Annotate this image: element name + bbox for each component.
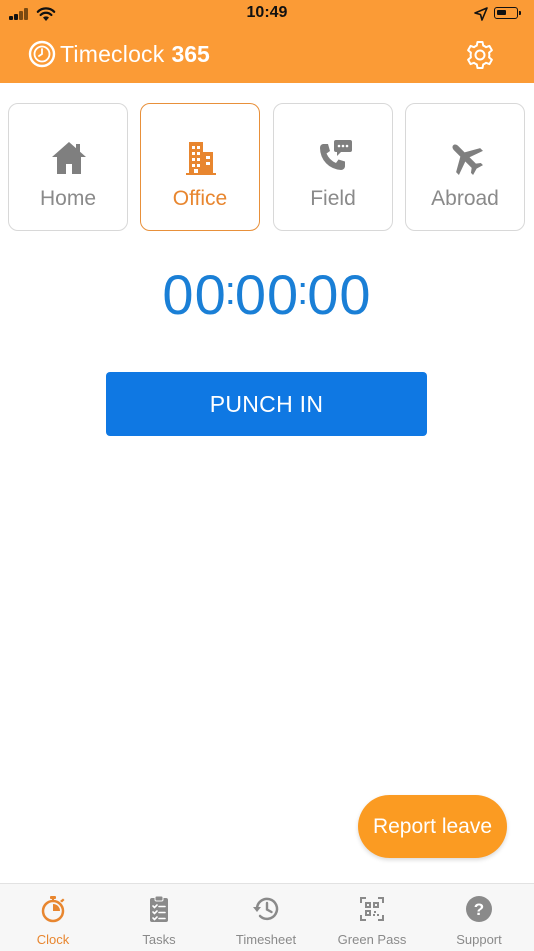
tab-tasks[interactable]: Tasks (106, 884, 212, 951)
punch-in-button[interactable]: PUNCH IN (106, 372, 427, 436)
status-bar: 10:49 (0, 0, 534, 28)
building-icon (186, 142, 216, 175)
help-icon: ? (466, 896, 492, 922)
tab-timesheet-label: Timesheet (235, 932, 297, 947)
timer-seconds: 00 (307, 263, 372, 326)
mode-field[interactable]: Field (273, 103, 393, 231)
qr-code-icon (360, 897, 384, 921)
clock-logo-icon (28, 40, 56, 68)
history-icon (253, 897, 279, 921)
airplane-icon (452, 144, 483, 175)
house-icon (52, 142, 86, 174)
mode-field-label: Field (310, 187, 356, 210)
timer-minutes: 00 (234, 263, 300, 326)
report-leave-button[interactable]: Report leave (358, 795, 507, 858)
mode-abroad[interactable]: Abroad (405, 103, 525, 231)
tab-green-pass-label: Green Pass (337, 932, 407, 947)
elapsed-timer: 00:00:00 (162, 263, 372, 326)
mode-home-label: Home (39, 187, 97, 210)
bottom-tab-bar: Clock Tasks Timesheet Green Pass ? Suppo… (0, 883, 534, 951)
svg-text:?: ? (474, 900, 484, 919)
work-mode-selector: Home Office Field Abroad (8, 103, 526, 233)
app-brand: Timeclock 365 (28, 39, 210, 69)
tab-timesheet[interactable]: Timesheet (213, 884, 319, 951)
mode-office-label: Office (172, 187, 228, 210)
mode-office[interactable]: Office (140, 103, 260, 231)
location-arrow-icon (474, 7, 488, 21)
app-name: Timeclock (60, 40, 165, 67)
tab-tasks-label: Tasks (142, 932, 176, 947)
timer-hours: 00 (162, 263, 227, 326)
app-number: 365 (171, 40, 210, 67)
mode-abroad-label: Abroad (431, 187, 499, 210)
stopwatch-icon (41, 896, 65, 923)
tab-support[interactable]: ? Support (426, 884, 532, 951)
tab-support-label: Support (456, 932, 502, 947)
app-header: 10:49 Timeclock 365 (0, 0, 534, 83)
settings-gear-icon[interactable] (464, 39, 496, 71)
mode-home[interactable]: Home (8, 103, 128, 231)
status-time: 10:49 (246, 4, 288, 21)
phone-chat-icon (319, 140, 352, 171)
tab-clock[interactable]: Clock (0, 884, 106, 951)
tab-clock-label: Clock (36, 932, 70, 947)
clipboard-icon (150, 895, 168, 922)
tab-green-pass[interactable]: Green Pass (319, 884, 425, 951)
battery-icon (494, 7, 521, 19)
